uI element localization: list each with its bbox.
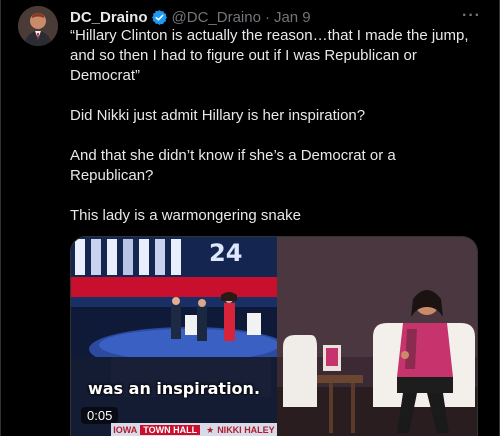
timestamp-link[interactable]: Jan 9 xyxy=(274,9,311,26)
news-ticker: IOWA TOWN HALL ★ NIKKI HALEY xyxy=(111,423,277,436)
ticker-highlight: TOWN HALL xyxy=(140,425,201,435)
display-name[interactable]: DC_Draino xyxy=(70,9,148,26)
tweet-text: “Hillary Clinton is actually the reason…… xyxy=(70,26,470,246)
tweet-paragraph: “Hillary Clinton is actually the reason…… xyxy=(70,27,473,84)
tweet-paragraph: This lady is a warmongering snake xyxy=(70,207,301,224)
ticker-left: IOWA xyxy=(113,425,138,435)
video-frame-stage: 24 was an inspiration. 0:05 IOWA TOWN HA… xyxy=(71,237,277,436)
video-frame-closeup xyxy=(277,237,477,436)
avatar[interactable] xyxy=(18,6,58,46)
tweet-header: DC_Draino @DC_Draino · Jan 9 xyxy=(70,7,311,27)
tweet-paragraph: Did Nikki just admit Hillary is her insp… xyxy=(70,107,366,124)
video-player[interactable]: 24 was an inspiration. 0:05 IOWA TOWN HA… xyxy=(70,236,478,436)
user-handle[interactable]: @DC_Draino xyxy=(172,9,261,26)
ticker-right: NIKKI HALEY xyxy=(217,425,275,435)
tweet[interactable]: DC_Draino @DC_Draino · Jan 9 ··· “Hillar… xyxy=(0,0,500,436)
video-caption: was an inspiration. xyxy=(87,379,261,398)
stage-badge: 24 xyxy=(209,239,243,267)
tweet-paragraph: And that she didn’t know if she’s a Demo… xyxy=(70,147,400,184)
ticker-star-icon: ★ xyxy=(206,424,215,435)
separator-dot: · xyxy=(264,8,270,26)
more-dots-icon[interactable]: ··· xyxy=(462,7,481,25)
video-duration: 0:05 xyxy=(81,407,119,424)
verified-badge-icon[interactable] xyxy=(151,9,168,26)
